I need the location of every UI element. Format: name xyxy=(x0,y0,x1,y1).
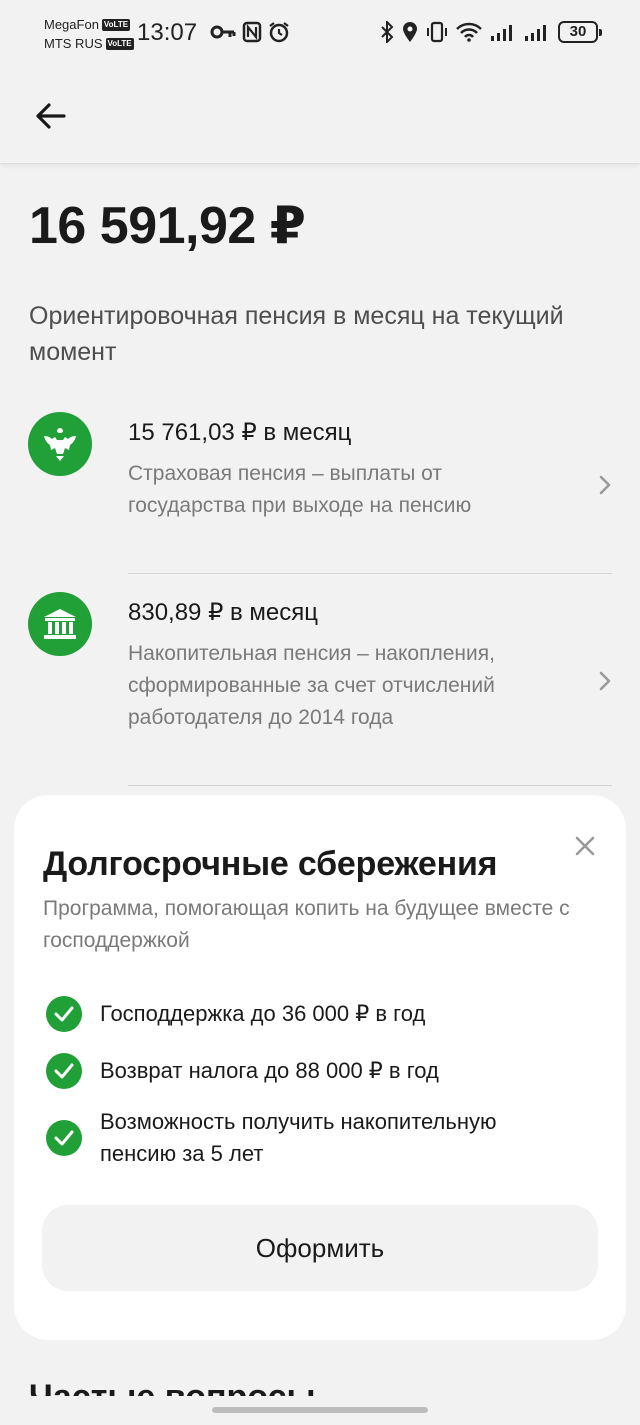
funded-pension-item[interactable]: 830,89 ₽ в месяц Накопительная пенсия – … xyxy=(0,592,640,782)
close-button[interactable] xyxy=(568,829,602,863)
key-icon xyxy=(210,25,236,39)
chevron-right-icon xyxy=(599,671,611,691)
insurance-pension-amount: 15 761,03 ₽ в месяц xyxy=(128,419,352,446)
home-indicator[interactable] xyxy=(212,1407,428,1413)
insurance-pension-description: Страховая пенсия – выплаты от государств… xyxy=(128,462,472,517)
feature-text: Возврат налога до 88 000 ₽ в год xyxy=(100,1058,439,1083)
emblem-icon xyxy=(28,412,92,476)
divider xyxy=(128,573,612,574)
bank-building-icon xyxy=(28,592,92,656)
status-bar: MegaFon VoLTE MTS RUS VoLTE 13:07 30 xyxy=(0,0,640,66)
feature-text: Господдержка до 36 000 ₽ в год xyxy=(100,1001,426,1026)
card-subtitle: Программа, помогающая копить на будущее … xyxy=(43,897,570,952)
location-icon xyxy=(403,22,417,42)
apply-button[interactable]: Оформить xyxy=(42,1205,598,1291)
carrier-1: MegaFon xyxy=(44,17,99,32)
feature-item: Господдержка до 36 000 ₽ в год xyxy=(46,996,560,1032)
chevron-right-icon xyxy=(599,475,611,495)
status-time: 13:07 xyxy=(137,19,198,46)
close-icon xyxy=(575,836,595,856)
volte-badge: VoLTE xyxy=(105,37,134,50)
divider xyxy=(128,785,612,786)
funded-pension-amount: 830,89 ₽ в месяц xyxy=(128,599,319,626)
feature-item: Возможность получить накопительную пенси… xyxy=(46,1106,560,1170)
pension-total-subtitle: Ориентировочная пенсия в месяц на текущи… xyxy=(29,302,564,366)
insurance-pension-item[interactable]: 15 761,03 ₽ в месяц Страховая пенсия – в… xyxy=(0,412,640,577)
carrier-2: MTS RUS xyxy=(44,36,103,51)
card-title: Долгосрочные сбережения xyxy=(43,845,498,883)
long-term-savings-card: Долгосрочные сбережения Программа, помог… xyxy=(14,795,626,1340)
feature-text: Возможность получить накопительную пенси… xyxy=(100,1109,497,1166)
carrier-info: MegaFon VoLTE MTS RUS VoLTE xyxy=(44,15,134,53)
nfc-icon xyxy=(242,21,262,43)
wifi-icon xyxy=(456,22,482,42)
signal-icon xyxy=(491,25,512,41)
app-bar xyxy=(0,66,640,164)
battery-indicator: 30 xyxy=(558,21,602,43)
pension-total-amount: 16 591,92 ₽ xyxy=(29,197,306,255)
volte-badge: VoLTE xyxy=(101,18,131,31)
back-button[interactable] xyxy=(28,94,72,138)
check-icon xyxy=(46,1053,82,1089)
check-icon xyxy=(46,996,82,1032)
signal-icon xyxy=(525,25,546,41)
arrow-left-icon xyxy=(36,103,66,129)
alarm-icon xyxy=(269,22,289,43)
check-icon xyxy=(46,1120,82,1156)
funded-pension-description: Накопительная пенсия – накопления, сформ… xyxy=(128,642,495,729)
vibrate-icon xyxy=(427,21,447,43)
bluetooth-icon xyxy=(381,21,394,43)
feature-item: Возврат налога до 88 000 ₽ в год xyxy=(46,1053,560,1089)
